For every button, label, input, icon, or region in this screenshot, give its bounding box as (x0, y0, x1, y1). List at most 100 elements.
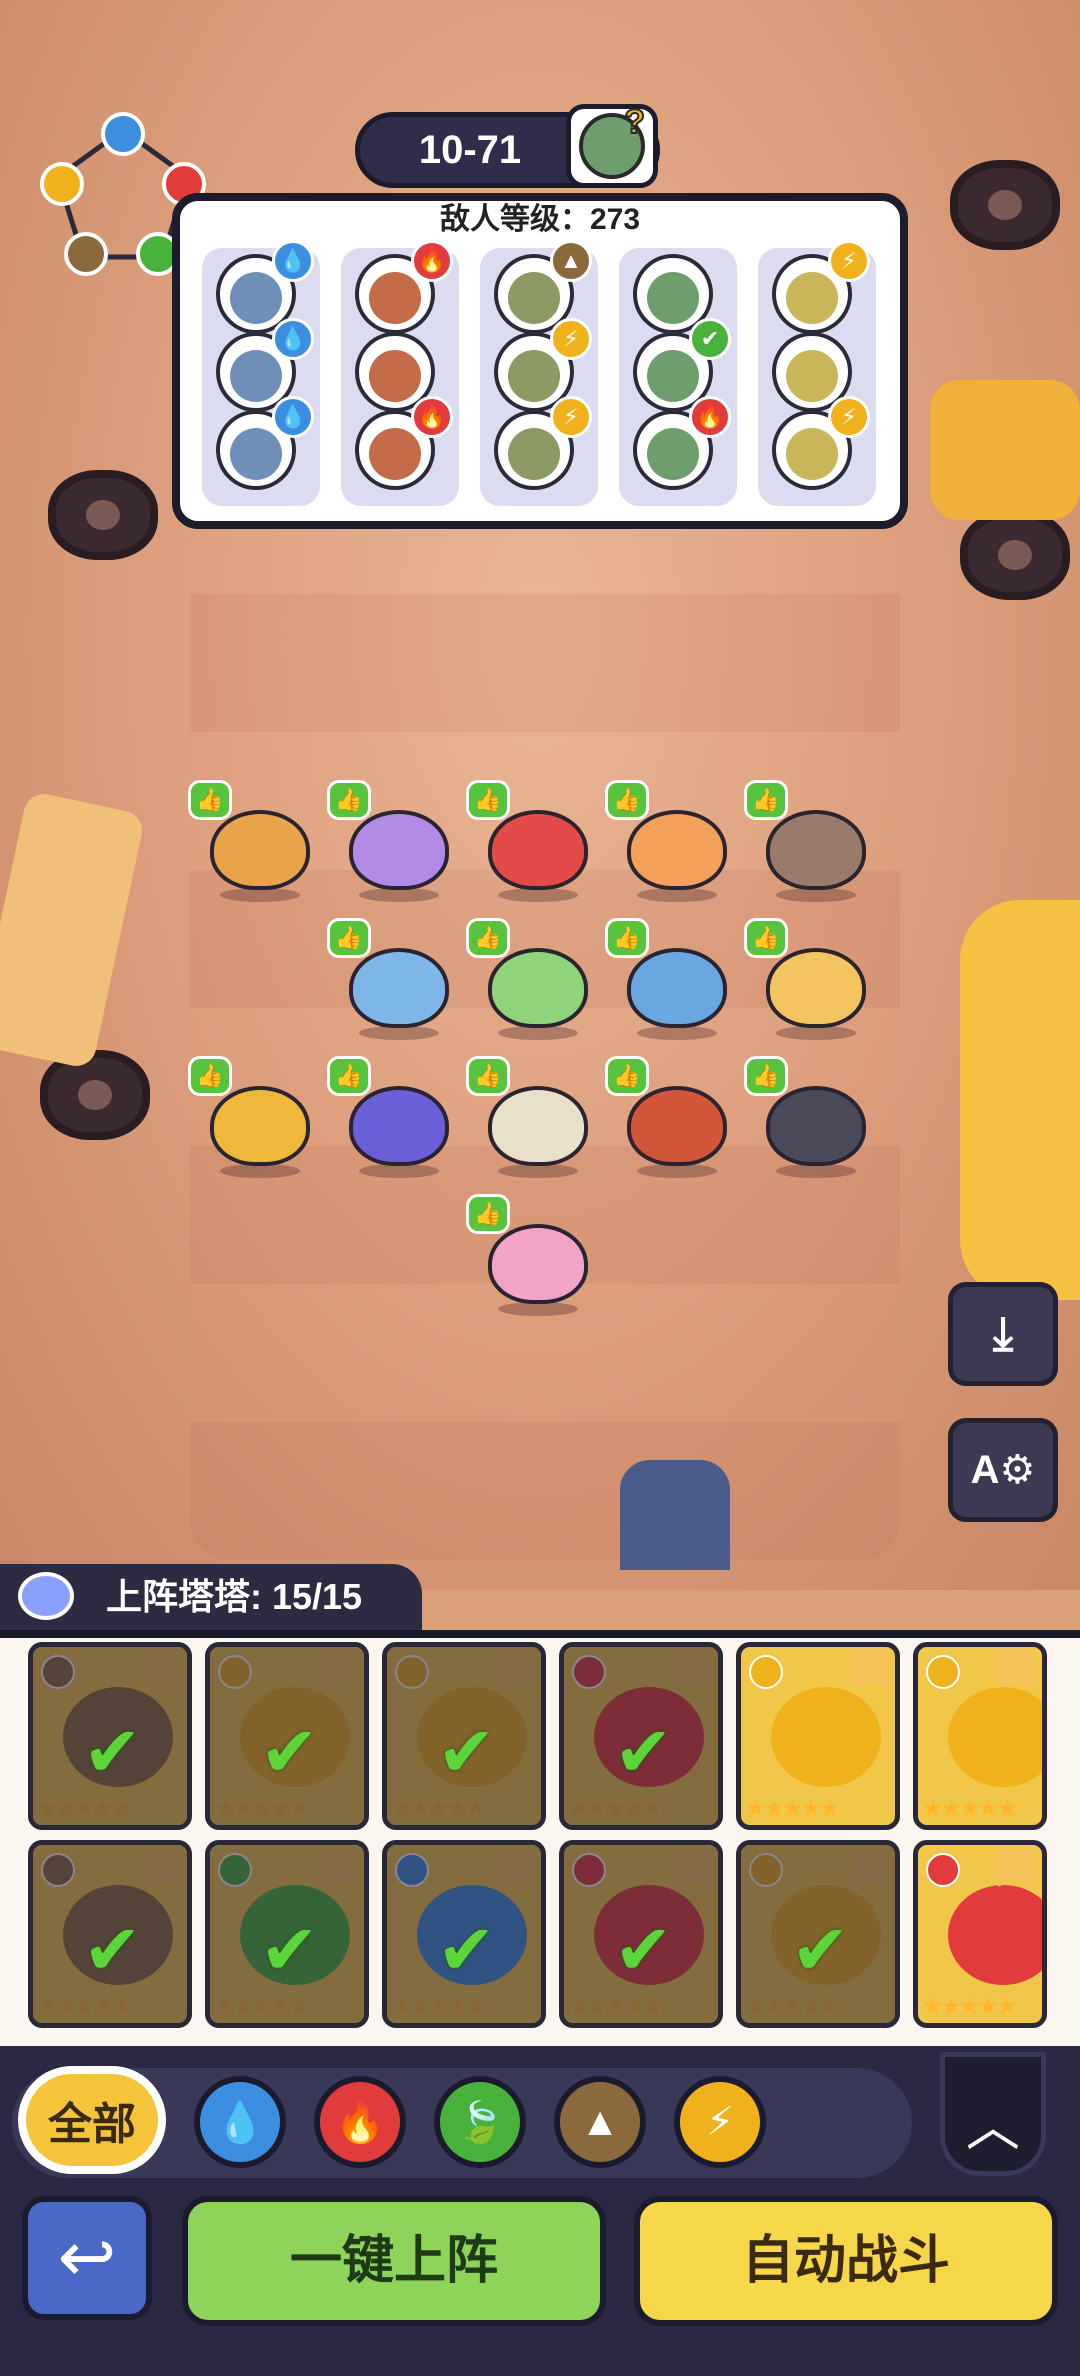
electric-element-icon (749, 1853, 783, 1887)
tower-card[interactable]: ★★★★★ ✔ (559, 1642, 723, 1830)
star-tag-icon (674, 1649, 710, 1689)
deployed-pet[interactable]: 👍 (744, 918, 876, 1043)
checkmark-icon: ✔ (260, 1911, 319, 1989)
checkmark-icon: ✔ (437, 1713, 496, 1791)
deployed-pet[interactable]: 👍 (188, 1056, 320, 1181)
earth-element-icon (64, 232, 108, 276)
earth-filter-icon[interactable]: ▲ (554, 2076, 646, 2168)
star-rating: ★★★★★ (391, 1795, 487, 1822)
zombie-face-icon (786, 272, 838, 324)
deployed-pet[interactable]: 👍 (466, 1056, 598, 1181)
deployed-pet[interactable]: 👍 (605, 1056, 737, 1181)
tower-card[interactable]: ★★★★★ (736, 1642, 900, 1830)
tower-card[interactable]: ★★★★★ ✔ (736, 1840, 900, 2028)
zombie-boss-icon: ? (579, 102, 646, 179)
electric-element-icon (926, 1655, 960, 1689)
tower-card[interactable]: ★★★★★ ✔ (28, 1840, 192, 2028)
expand-chevron-icon[interactable]: ︿ (940, 2052, 1046, 2176)
deployed-pet[interactable]: 👍 (605, 780, 737, 905)
tower-card[interactable]: ★★★★★ (913, 1642, 1047, 1830)
tower-card[interactable]: ★★★★★ ✔ (28, 1642, 192, 1830)
fire-element-icon (572, 1655, 606, 1689)
electric-element-icon (749, 1655, 783, 1689)
checkmark-icon: ✔ (614, 1911, 673, 1989)
star-rating: ★★★★★ (37, 1795, 133, 1822)
tire-decoration (960, 510, 1070, 600)
grass-filter-icon[interactable]: 🍃 (434, 2076, 526, 2168)
star-tag-icon (674, 1847, 710, 1887)
deployed-pet[interactable]: 👍 (327, 780, 459, 905)
electric-filter-icon[interactable]: ⚡ (674, 2076, 766, 2168)
water-element-icon (395, 1853, 429, 1887)
thumbs-up-icon: 👍 (327, 918, 371, 958)
thumbs-up-icon: 👍 (188, 780, 232, 820)
star-tag-icon (497, 1649, 533, 1689)
earth-element-icon (41, 1655, 75, 1689)
auto-battle-button[interactable]: 自动战斗 (634, 2196, 1058, 2326)
vehicle-decoration (930, 380, 1080, 520)
fire-element-icon: 🔥 (411, 240, 453, 282)
fire-filter-icon[interactable]: 🔥 (314, 2076, 406, 2168)
deployed-pet[interactable]: 👍 (744, 780, 876, 905)
stage-label: 10-71 (418, 128, 522, 172)
water-filter-icon[interactable]: 💧 (194, 2076, 286, 2168)
one-click-deploy-button[interactable]: 一键上阵 (182, 2196, 606, 2326)
tower-card[interactable]: ★★★★★ ✔ (382, 1642, 546, 1830)
checkmark-icon: ✔ (260, 1713, 319, 1791)
download-icon[interactable]: ⤓ (948, 1282, 1058, 1386)
boss-info-button[interactable]: ? (566, 102, 658, 188)
tower-card[interactable]: ★★★★★ ✔ (559, 1840, 723, 2028)
water-element-icon: 💧 (272, 240, 314, 282)
grass-element-icon: ✔ (689, 318, 731, 360)
thumbs-up-icon: 👍 (605, 1056, 649, 1096)
deployed-pet[interactable]: 👍 (466, 780, 598, 905)
thumbs-up-icon: 👍 (466, 780, 510, 820)
star-rating: ★★★★★ (214, 1795, 310, 1822)
electric-element-icon (395, 1655, 429, 1689)
filter-all-button[interactable]: 全部 (18, 2066, 166, 2174)
thumbs-up-icon: 👍 (744, 780, 788, 820)
thumbs-up-icon: 👍 (466, 1194, 510, 1234)
deployed-pet[interactable]: 👍 (466, 1194, 598, 1319)
deployed-pet[interactable]: 👍 (327, 918, 459, 1043)
deployed-pet[interactable]: 👍 (605, 918, 737, 1043)
auto-settings-icon[interactable]: A⚙ (948, 1418, 1058, 1522)
zombie-face-icon (647, 350, 699, 402)
checkmark-icon: ✔ (791, 1911, 850, 1989)
tower-card[interactable]: ★★★★★ ✔ (382, 1840, 546, 2028)
earth-element-icon: ▲ (550, 240, 592, 282)
fire-element-icon: 🔥 (411, 396, 453, 438)
giraffe-decoration (960, 900, 1080, 1300)
deployed-pet[interactable]: 👍 (188, 780, 320, 905)
pet-portrait (948, 1687, 1042, 1787)
water-element-icon: 💧 (272, 318, 314, 360)
fire-element-icon: 🔥 (689, 396, 731, 438)
tower-card[interactable]: ★★★★★ (913, 1840, 1047, 2028)
fire-element-icon (572, 1853, 606, 1887)
star-tag-icon (998, 1847, 1034, 1887)
zombie-face-icon (786, 350, 838, 402)
deployed-pet[interactable]: 👍 (466, 918, 598, 1043)
star-tag-icon (998, 1649, 1034, 1689)
back-arrow-icon[interactable]: ↩ (22, 2196, 152, 2320)
star-rating: ★★★★★ (745, 1795, 841, 1822)
zombie-face-icon (230, 350, 282, 402)
tower-card[interactable]: ★★★★★ ✔ (205, 1642, 369, 1830)
zombie-face-icon (230, 272, 282, 324)
zombie-face-icon (369, 272, 421, 324)
sign-decoration (0, 790, 146, 1070)
checkmark-icon: ✔ (437, 1911, 496, 1989)
earth-element-icon (41, 1853, 75, 1887)
star-tag-icon (320, 1847, 356, 1887)
deployed-pet[interactable]: 👍 (744, 1056, 876, 1181)
deployed-pet[interactable]: 👍 (327, 1056, 459, 1181)
star-rating: ★★★★★ (214, 1993, 310, 2020)
electric-element-icon: ⚡ (828, 240, 870, 282)
tire-decoration (40, 1050, 150, 1140)
tower-card[interactable]: ★★★★★ ✔ (205, 1840, 369, 2028)
zombie-face-icon (369, 350, 421, 402)
checkmark-icon: ✔ (83, 1713, 142, 1791)
star-rating: ★★★★★ (922, 1993, 1018, 2020)
pet-portrait (948, 1885, 1042, 1985)
electric-element-icon: ⚡ (550, 318, 592, 360)
